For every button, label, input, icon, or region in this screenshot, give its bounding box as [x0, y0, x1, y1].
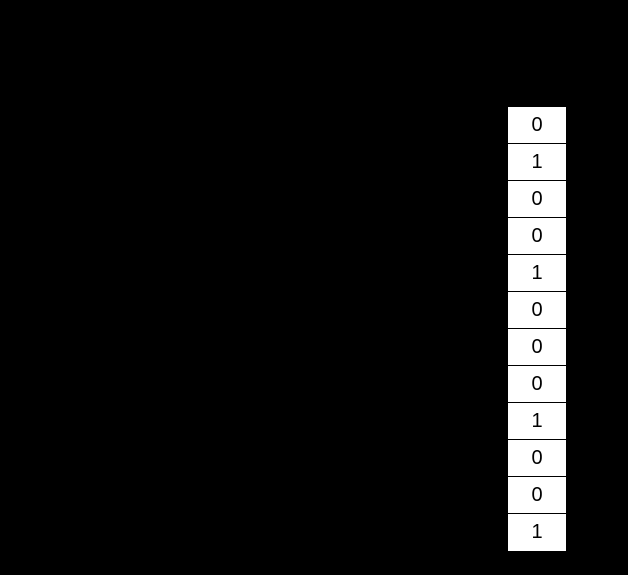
bit-cell: 0 — [508, 292, 566, 329]
bit-cell: 0 — [508, 107, 566, 144]
bit-cell: 0 — [508, 477, 566, 514]
bit-cell: 1 — [508, 514, 566, 551]
bit-cell: 0 — [508, 218, 566, 255]
bit-cell: 1 — [508, 144, 566, 181]
bit-cell: 0 — [508, 181, 566, 218]
bit-cell: 1 — [508, 255, 566, 292]
bit-cell: 0 — [508, 366, 566, 403]
bit-cell: 0 — [508, 440, 566, 477]
bit-column: 0 1 0 0 1 0 0 0 1 0 0 1 — [507, 106, 567, 552]
bit-cell: 0 — [508, 329, 566, 366]
diagram-canvas: 0 1 0 0 1 0 0 0 1 0 0 1 — [0, 0, 628, 575]
bit-cell: 1 — [508, 403, 566, 440]
